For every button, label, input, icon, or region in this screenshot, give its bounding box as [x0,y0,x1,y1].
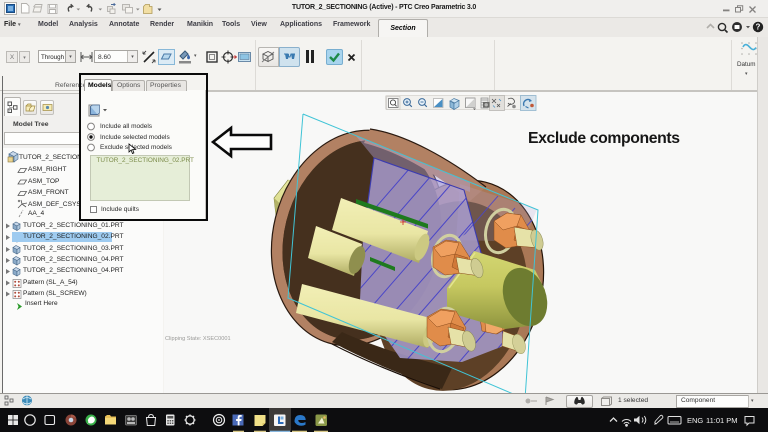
svg-text:11:01 PM: 11:01 PM [706,416,738,425]
svg-text:ENG: ENG [687,416,703,425]
svg-text:?: ? [756,23,761,32]
